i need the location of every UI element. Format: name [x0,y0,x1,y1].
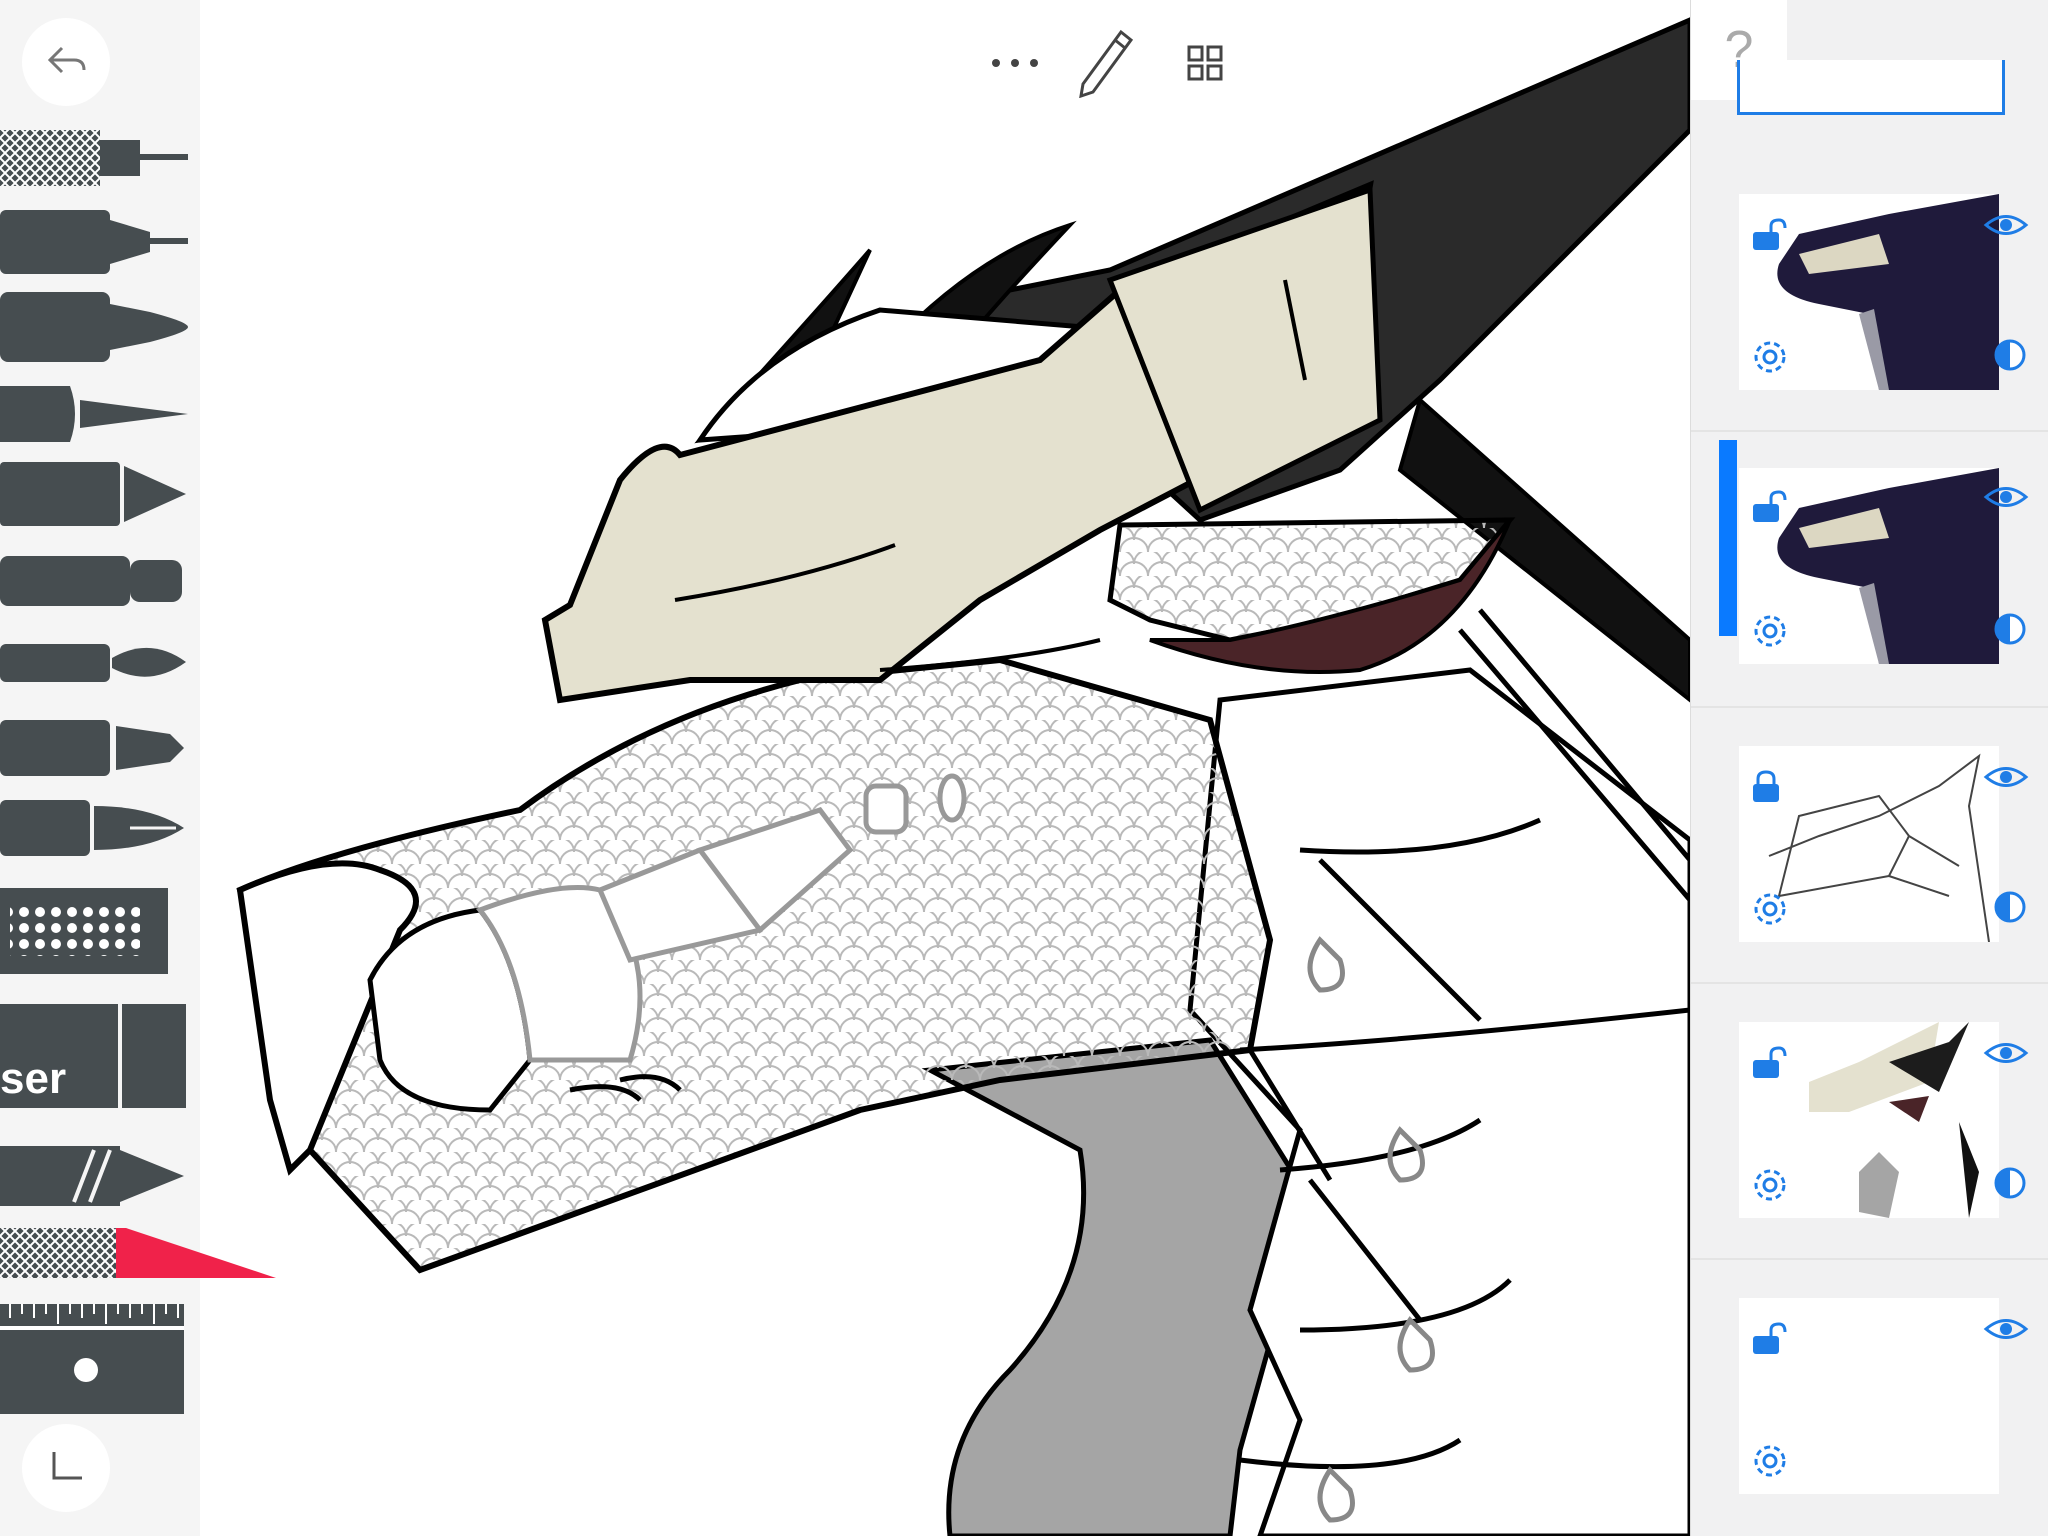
marker-icon [0,292,188,362]
fine-liner-icon [0,210,188,274]
more-button[interactable] [980,30,1050,100]
more-dots-icon [990,56,1040,74]
round-brush-icon [0,556,182,606]
pencil-icon [1075,28,1135,103]
unlocked-icon[interactable] [1751,1046,1791,1085]
unlocked-icon[interactable] [1751,218,1791,257]
opacity-handle-icon[interactable] [1993,338,2027,377]
selected-layer-indicator [1719,440,1737,636]
chisel-marker-icon [0,462,186,526]
tool-bullet-marker[interactable] [0,720,190,776]
layer-row[interactable] [1691,1258,2048,1534]
top-toolbar [980,28,1280,103]
undo-button[interactable] [22,18,110,106]
opacity-handle-icon[interactable] [1993,1166,2027,1205]
unlocked-icon[interactable] [1751,490,1791,529]
unlocked-icon[interactable] [1751,1322,1791,1361]
tool-round-brush[interactable] [0,556,190,606]
paint-brush-icon [0,644,186,682]
tool-palette: ser [0,0,276,1536]
eye-icon[interactable] [1983,1314,2029,1349]
tool-halftone-stamp[interactable] [0,888,190,974]
tool-smudge[interactable] [0,1146,190,1206]
tool-chisel-marker[interactable] [0,462,190,526]
gear-icon[interactable] [1751,1166,1789,1209]
eye-icon[interactable] [1983,762,2029,797]
undo-arrow-icon [44,38,88,87]
eye-icon[interactable] [1983,210,2029,245]
tool-x-acto-knife[interactable] [0,1226,280,1282]
x-acto-knife-icon [0,1228,276,1278]
tool-technical-pen[interactable] [0,128,190,188]
pencil-button[interactable] [1070,28,1140,103]
grid-view-button[interactable] [1170,30,1240,100]
tool-marker[interactable] [0,292,190,362]
corner-angle-icon [44,1444,88,1493]
locked-icon[interactable] [1751,770,1785,809]
gear-icon[interactable] [1751,612,1789,655]
eraser-label: ser [0,1054,67,1103]
gear-icon[interactable] [1751,1442,1789,1485]
gear-icon[interactable] [1751,890,1789,933]
opacity-handle-icon[interactable] [1993,890,2027,929]
layer-partial-thumbnail [1737,60,2005,115]
tool-pencil-taper[interactable] [0,386,190,442]
layer-row[interactable] [1691,706,2048,984]
bullet-marker-icon [0,720,184,776]
grid-view-icon [1187,45,1223,86]
gear-icon[interactable] [1751,338,1789,381]
layer-row[interactable] [1691,154,2048,432]
tool-fountain-pen[interactable] [0,800,190,856]
tool-ruler[interactable] [0,1304,190,1414]
layer-row[interactable] [1691,982,2048,1260]
halftone-stamp-icon [0,888,168,974]
tool-eraser[interactable]: ser [0,1004,190,1108]
layer-row-selected[interactable] [1691,430,2048,708]
taper-pen-icon [0,386,188,442]
eye-icon[interactable] [1983,1038,2029,1073]
layers-panel: ? [1690,0,2048,1536]
fountain-pen-icon [0,800,184,856]
opacity-handle-icon[interactable] [1993,612,2027,651]
smudge-icon [0,1146,184,1206]
technical-pen-icon [0,130,188,186]
tool-fine-liner[interactable] [0,210,190,274]
tool-paint-brush[interactable] [0,640,190,686]
corner-button[interactable] [22,1424,110,1512]
dragon-artwork [236,17,1690,1536]
drawing-canvas[interactable] [200,0,1690,1536]
eye-icon[interactable] [1983,482,2029,517]
ruler-icon [0,1304,184,1414]
